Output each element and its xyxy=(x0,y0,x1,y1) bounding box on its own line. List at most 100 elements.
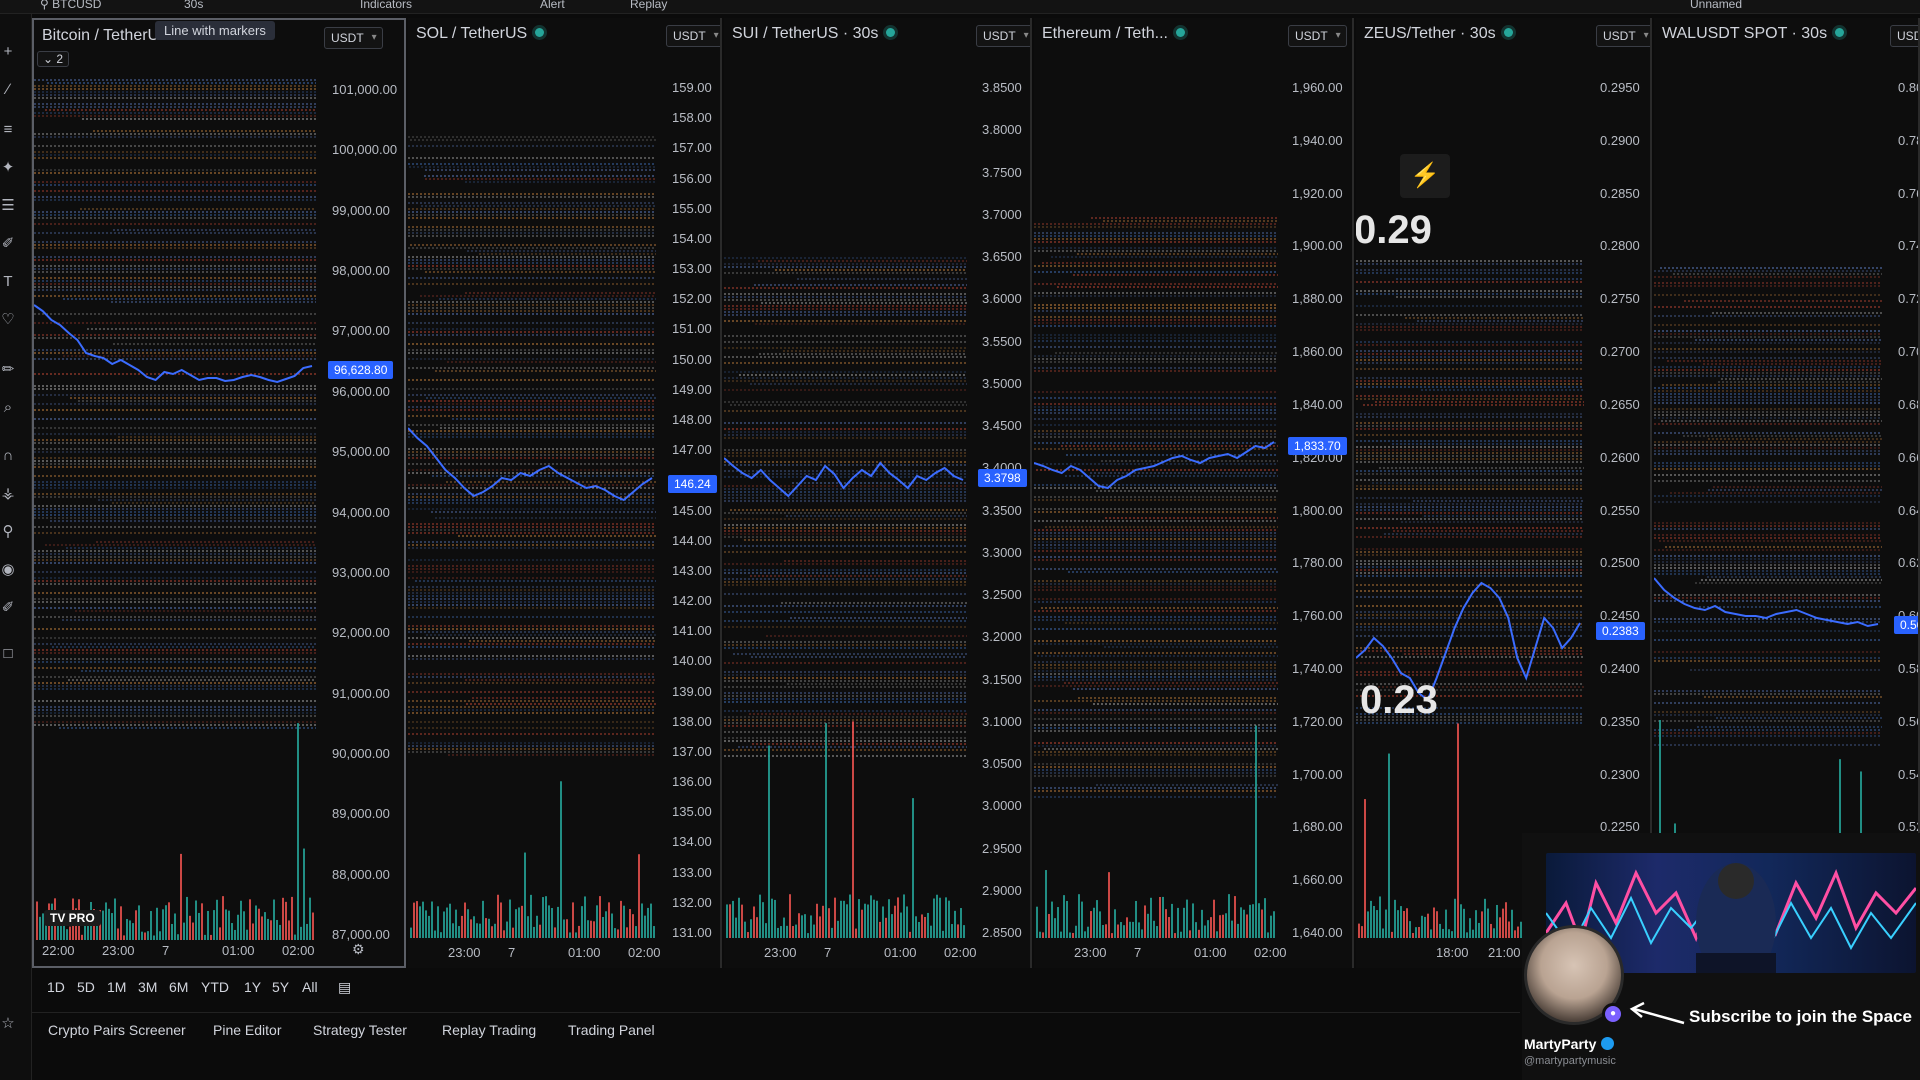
last-price-tag: 0.2383 xyxy=(1596,622,1645,640)
currency-select[interactable]: USDT xyxy=(976,25,1030,47)
symbol-title[interactable]: ZEUS/Tether · 30s xyxy=(1364,25,1513,43)
range-1d[interactable]: 1D xyxy=(47,979,65,995)
volume-bar xyxy=(1490,923,1492,938)
indicators-button[interactable]: Indicators xyxy=(360,0,412,11)
last-price-tag: 1,833.70 xyxy=(1288,437,1347,455)
y-axis-label: 3.4500 xyxy=(982,418,1022,433)
y-axis-label: 0.2500 xyxy=(1600,555,1640,571)
chart-canvas[interactable] xyxy=(1034,18,1280,968)
symbol-title[interactable]: SOL / TetherUS xyxy=(416,25,545,43)
interval-button[interactable]: 30s xyxy=(184,0,203,11)
currency-select[interactable]: USDT xyxy=(324,27,383,49)
symbol-title[interactable]: SUI / TetherUS · 30s xyxy=(732,25,896,43)
currency-select[interactable]: USDT xyxy=(666,25,720,47)
chart-canvas[interactable] xyxy=(724,18,969,968)
volume-bar xyxy=(939,897,941,938)
star-icon[interactable]: ☆ xyxy=(0,1014,16,1034)
chart-panel-1[interactable]: Bitcoin / TetherUS ·USDT101,000.00100,00… xyxy=(32,18,406,968)
range-ytd[interactable]: YTD xyxy=(201,979,229,995)
heart-icon[interactable]: ♡ xyxy=(0,310,16,330)
range-1m[interactable]: 1M xyxy=(107,979,126,995)
range-all[interactable]: All xyxy=(302,979,318,995)
alert-button[interactable]: Alert xyxy=(540,0,565,11)
volume-bar xyxy=(204,934,206,940)
chart-canvas[interactable] xyxy=(1356,18,1586,968)
symbol-title[interactable]: WALUSDT SPOT · 30s xyxy=(1662,25,1845,43)
chart-canvas[interactable] xyxy=(1654,18,1884,968)
trash-icon[interactable]: □ xyxy=(0,644,16,664)
market-open-icon xyxy=(1503,28,1513,37)
chart-canvas[interactable] xyxy=(408,18,658,968)
range-1y[interactable]: 1Y xyxy=(244,979,261,995)
volume-bar xyxy=(1036,906,1038,938)
volume-bar xyxy=(1508,921,1510,938)
volume-bar xyxy=(479,923,481,938)
settings-icon[interactable]: ⚙ xyxy=(352,941,365,958)
chart-panel-5[interactable]: ZEUS/Tether · 30s USDT 0.2950 0.2900 0.2850 0… xyxy=(1356,18,1652,968)
y-axis-label: 134.00 xyxy=(672,834,712,850)
chart-canvas[interactable] xyxy=(34,20,318,968)
tab-strategy-tester[interactable]: Strategy Tester xyxy=(313,1022,407,1038)
currency-select[interactable]: USDT xyxy=(1890,25,1918,47)
last-price-tag: 96,628.80 xyxy=(328,361,394,379)
pattern-icon[interactable]: ✦ xyxy=(0,158,16,178)
range-5y[interactable]: 5Y xyxy=(272,979,289,995)
tab-trading-panel[interactable]: Trading Panel xyxy=(568,1022,655,1038)
magnet-icon[interactable]: ∩ xyxy=(0,446,16,466)
y-axis-label: 144.00 xyxy=(672,532,712,548)
volume-bar xyxy=(593,921,595,938)
volume-bar xyxy=(1225,913,1227,938)
range-3m[interactable]: 3M xyxy=(138,979,157,995)
volume-bar xyxy=(198,912,200,940)
y-axis-label: 0.64 xyxy=(1898,502,1918,518)
volume-bar xyxy=(1168,917,1170,938)
lock-icon[interactable]: ⚶ xyxy=(0,484,16,504)
trend-line-icon[interactable]: ∕ xyxy=(0,80,16,100)
volume-bar xyxy=(843,900,845,938)
brush-icon[interactable]: ✐ xyxy=(0,234,16,254)
currency-select[interactable]: USDT xyxy=(1596,25,1650,47)
y-axis-label: 0.2600 xyxy=(1600,449,1640,465)
chart-panel-4[interactable]: Ethereum / Teth... USDT 1,960.00 1,940.00 1,… xyxy=(1034,18,1354,968)
range-5d[interactable]: 5D xyxy=(77,979,95,995)
range-6m[interactable]: 6M xyxy=(169,979,188,995)
volume-bar xyxy=(1376,910,1378,938)
zoom-icon[interactable]: ⌕ xyxy=(0,398,16,418)
bottom-tabs: Crypto Pairs Screener Pine Editor Strate… xyxy=(32,1012,1520,1048)
chart-panel-6[interactable]: WALUSDT SPOT · 30s USDT 0.80 0.78 0.76 0.74 0.… xyxy=(1654,18,1920,968)
volume-bar xyxy=(912,798,914,938)
volume-bar xyxy=(876,900,878,938)
symbol-search[interactable]: ⚲ BTCUSD xyxy=(40,0,101,11)
volume-bar xyxy=(1141,929,1143,938)
calendar-icon[interactable]: ▤ xyxy=(338,979,351,996)
volume-bar xyxy=(273,899,275,940)
eye-icon[interactable]: ◉ xyxy=(0,560,16,580)
volume-bar xyxy=(822,905,824,938)
replay-button[interactable]: Replay xyxy=(630,0,667,11)
volume-bar xyxy=(1231,920,1233,938)
y-axis-label: 3.7500 xyxy=(982,164,1022,180)
projection-icon[interactable]: ☰ xyxy=(0,196,16,216)
tab-pine-editor[interactable]: Pine Editor xyxy=(213,1022,281,1038)
lock-drawings-icon[interactable]: ⚲ xyxy=(0,522,16,542)
volume-bar xyxy=(617,929,619,938)
collapse-indicators-button[interactable]: ⌄ 2 xyxy=(37,51,70,67)
crosshair-icon[interactable]: + xyxy=(0,42,16,62)
volume-bar xyxy=(1442,928,1444,938)
tab-crypto-pairs-screener[interactable]: Crypto Pairs Screener xyxy=(48,1022,186,1038)
volume-bar xyxy=(81,934,83,940)
layout-name[interactable]: Unnamed xyxy=(1690,0,1742,11)
fib-icon[interactable]: ≡ xyxy=(0,120,16,140)
x-axis-label: 7 xyxy=(824,945,832,960)
volume-bar xyxy=(924,916,926,938)
text-icon[interactable]: T xyxy=(0,272,16,292)
hide-icon[interactable]: ✐ xyxy=(0,598,16,618)
chart-panel-2[interactable]: SOL / TetherUS USDT 159.00 158.00 157.00 156.… xyxy=(408,18,722,968)
x-axis-label: 01:00 xyxy=(1194,945,1227,960)
ruler-icon[interactable]: ✏ xyxy=(0,360,16,380)
currency-select[interactable]: USDT xyxy=(1288,25,1347,47)
tab-replay-trading[interactable]: Replay Trading xyxy=(442,1022,536,1038)
volume-bar xyxy=(744,921,746,938)
symbol-title[interactable]: Ethereum / Teth... xyxy=(1042,25,1185,43)
chart-panel-3[interactable]: SUI / TetherUS · 30s USDT 3.8500 3.8000 3.75… xyxy=(724,18,1032,968)
